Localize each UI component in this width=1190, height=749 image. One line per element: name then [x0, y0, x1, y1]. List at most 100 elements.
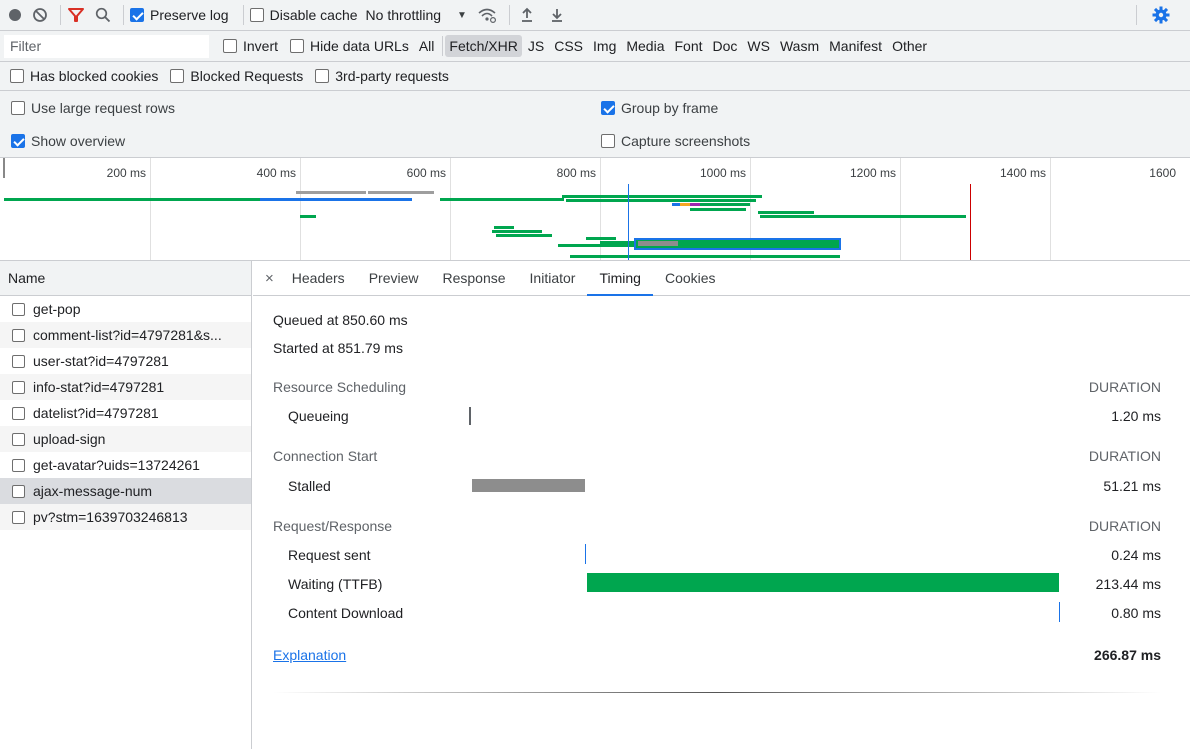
request-name: user-stat?id=4797281 [33, 353, 169, 369]
type-filter-js[interactable]: JS [524, 35, 548, 57]
type-filter-img[interactable]: Img [589, 35, 620, 57]
request-row-selected[interactable]: ajax-message-num [0, 478, 251, 504]
request-row[interactable]: pv?stm=1639703246813 [0, 504, 251, 530]
request-row[interactable]: get-avatar?uids=13724261 [0, 452, 251, 478]
overview-bar [570, 255, 840, 258]
timing-label-request-sent: Request sent [288, 547, 371, 563]
large-rows-check[interactable] [11, 101, 25, 115]
request-row[interactable]: info-stat?id=4797281 [0, 374, 251, 400]
type-filter-all[interactable]: All [415, 35, 439, 57]
request-checkbox[interactable] [12, 302, 25, 316]
duration-header: DURATION [1088, 379, 1161, 395]
preserve-log-label: Preserve log [150, 7, 229, 23]
third-party-checkbox[interactable]: 3rd-party requests [315, 68, 449, 84]
request-checkbox[interactable] [12, 380, 25, 394]
group-by-frame-checkbox[interactable]: Group by frame [601, 100, 718, 116]
close-icon[interactable]: × [263, 261, 280, 295]
type-filter-ws[interactable]: WS [743, 35, 774, 57]
overview-bar [440, 198, 564, 201]
type-filter-fetch-xhr[interactable]: Fetch/XHR [445, 35, 522, 57]
overview-bar [296, 191, 366, 194]
has-blocked-cookies-checkbox[interactable]: Has blocked cookies [10, 68, 158, 84]
request-row[interactable]: user-stat?id=4797281 [0, 348, 251, 374]
throttling-value: No throttling [365, 7, 442, 23]
request-checkbox[interactable] [12, 484, 25, 498]
timing-value-request-sent: 0.24 ms [1111, 547, 1161, 563]
overview-tick: 1000 ms [699, 166, 746, 180]
type-filter-other[interactable]: Other [888, 35, 931, 57]
export-har-icon[interactable] [550, 7, 564, 23]
network-overview[interactable]: 200 ms 400 ms 600 ms 800 ms 1000 ms 1200… [0, 158, 1190, 261]
type-filter-media[interactable]: Media [622, 35, 668, 57]
capture-screenshots-check[interactable] [601, 134, 615, 148]
overview-domcontentloaded-line [628, 184, 629, 260]
record-icon[interactable] [8, 8, 22, 22]
group-by-frame-check[interactable] [601, 101, 615, 115]
clear-icon[interactable] [32, 7, 48, 23]
tab-initiator[interactable]: Initiator [518, 261, 588, 295]
filter-icon[interactable] [67, 7, 85, 23]
hide-data-urls-check[interactable] [290, 39, 305, 53]
started-at: Started at 851.79 ms [273, 340, 403, 356]
filter-input[interactable] [4, 34, 209, 58]
invert-checkbox[interactable]: Invert [223, 38, 278, 54]
request-name: datelist?id=4797281 [33, 405, 159, 421]
blocked-requests-check[interactable] [170, 69, 185, 83]
tab-timing[interactable]: Timing [587, 261, 653, 296]
request-checkbox[interactable] [12, 328, 25, 342]
tab-response[interactable]: Response [430, 261, 517, 295]
timing-label-queueing: Queueing [288, 408, 349, 424]
overview-tick: 1600 [1149, 166, 1176, 180]
type-filter-css[interactable]: CSS [550, 35, 587, 57]
network-conditions-icon[interactable] [477, 7, 497, 23]
overview-gridline [1050, 158, 1051, 260]
request-row[interactable]: datelist?id=4797281 [0, 400, 251, 426]
section-request-response: Request/Response [273, 518, 393, 534]
has-blocked-cookies-check[interactable] [10, 69, 24, 83]
hide-data-urls-checkbox[interactable]: Hide data URLs [290, 38, 409, 54]
capture-screenshots-label: Capture screenshots [621, 133, 751, 149]
invert-check[interactable] [223, 39, 237, 53]
disable-cache-check[interactable] [249, 8, 264, 22]
tab-preview[interactable]: Preview [357, 261, 431, 295]
explanation-link[interactable]: Explanation [273, 647, 346, 663]
capture-screenshots-checkbox[interactable]: Capture screenshots [601, 133, 750, 149]
preserve-log-check[interactable] [130, 8, 144, 22]
throttling-select[interactable]: No throttling ▼ [366, 7, 467, 23]
type-filter-wasm[interactable]: Wasm [776, 35, 823, 57]
disable-cache-checkbox[interactable]: Disable cache [249, 7, 358, 23]
request-row[interactable]: comment-list?id=4797281&s... [0, 322, 251, 348]
toolbar-divider [1136, 5, 1137, 25]
blocked-requests-checkbox[interactable]: Blocked Requests [170, 68, 303, 84]
large-rows-checkbox[interactable]: Use large request rows [11, 100, 175, 116]
third-party-check[interactable] [315, 69, 330, 83]
request-checkbox[interactable] [12, 432, 25, 446]
request-row[interactable]: upload-sign [0, 426, 251, 452]
show-overview-checkbox[interactable]: Show overview [11, 133, 125, 149]
type-filter-font[interactable]: Font [671, 35, 707, 57]
section-resource-scheduling: Resource Scheduling [273, 379, 407, 395]
search-icon[interactable] [95, 7, 111, 23]
type-filter-manifest[interactable]: Manifest [825, 35, 886, 57]
overview-load-line [970, 184, 971, 260]
overview-bar [758, 211, 814, 214]
timing-value-stalled: 51.21 ms [1103, 478, 1161, 494]
hide-data-urls-label: Hide data URLs [310, 38, 409, 54]
name-column-header[interactable]: Name [0, 261, 251, 296]
request-checkbox[interactable] [12, 510, 25, 524]
show-overview-check[interactable] [11, 134, 25, 148]
type-filter-doc[interactable]: Doc [709, 35, 742, 57]
gear-icon[interactable] [1152, 6, 1170, 24]
tab-cookies[interactable]: Cookies [653, 261, 728, 295]
import-har-icon[interactable] [520, 7, 534, 23]
request-checkbox[interactable] [12, 354, 25, 368]
request-checkbox[interactable] [12, 458, 25, 472]
tab-headers[interactable]: Headers [280, 261, 357, 295]
preserve-log-checkbox[interactable]: Preserve log [130, 7, 229, 23]
request-checkbox[interactable] [12, 406, 25, 420]
overview-handle[interactable] [3, 158, 5, 178]
overview-bar [496, 234, 552, 237]
request-row[interactable]: get-pop [0, 296, 251, 322]
overview-stalled-segment [638, 241, 678, 246]
timing-bar-waiting-ttfb [587, 573, 1059, 592]
